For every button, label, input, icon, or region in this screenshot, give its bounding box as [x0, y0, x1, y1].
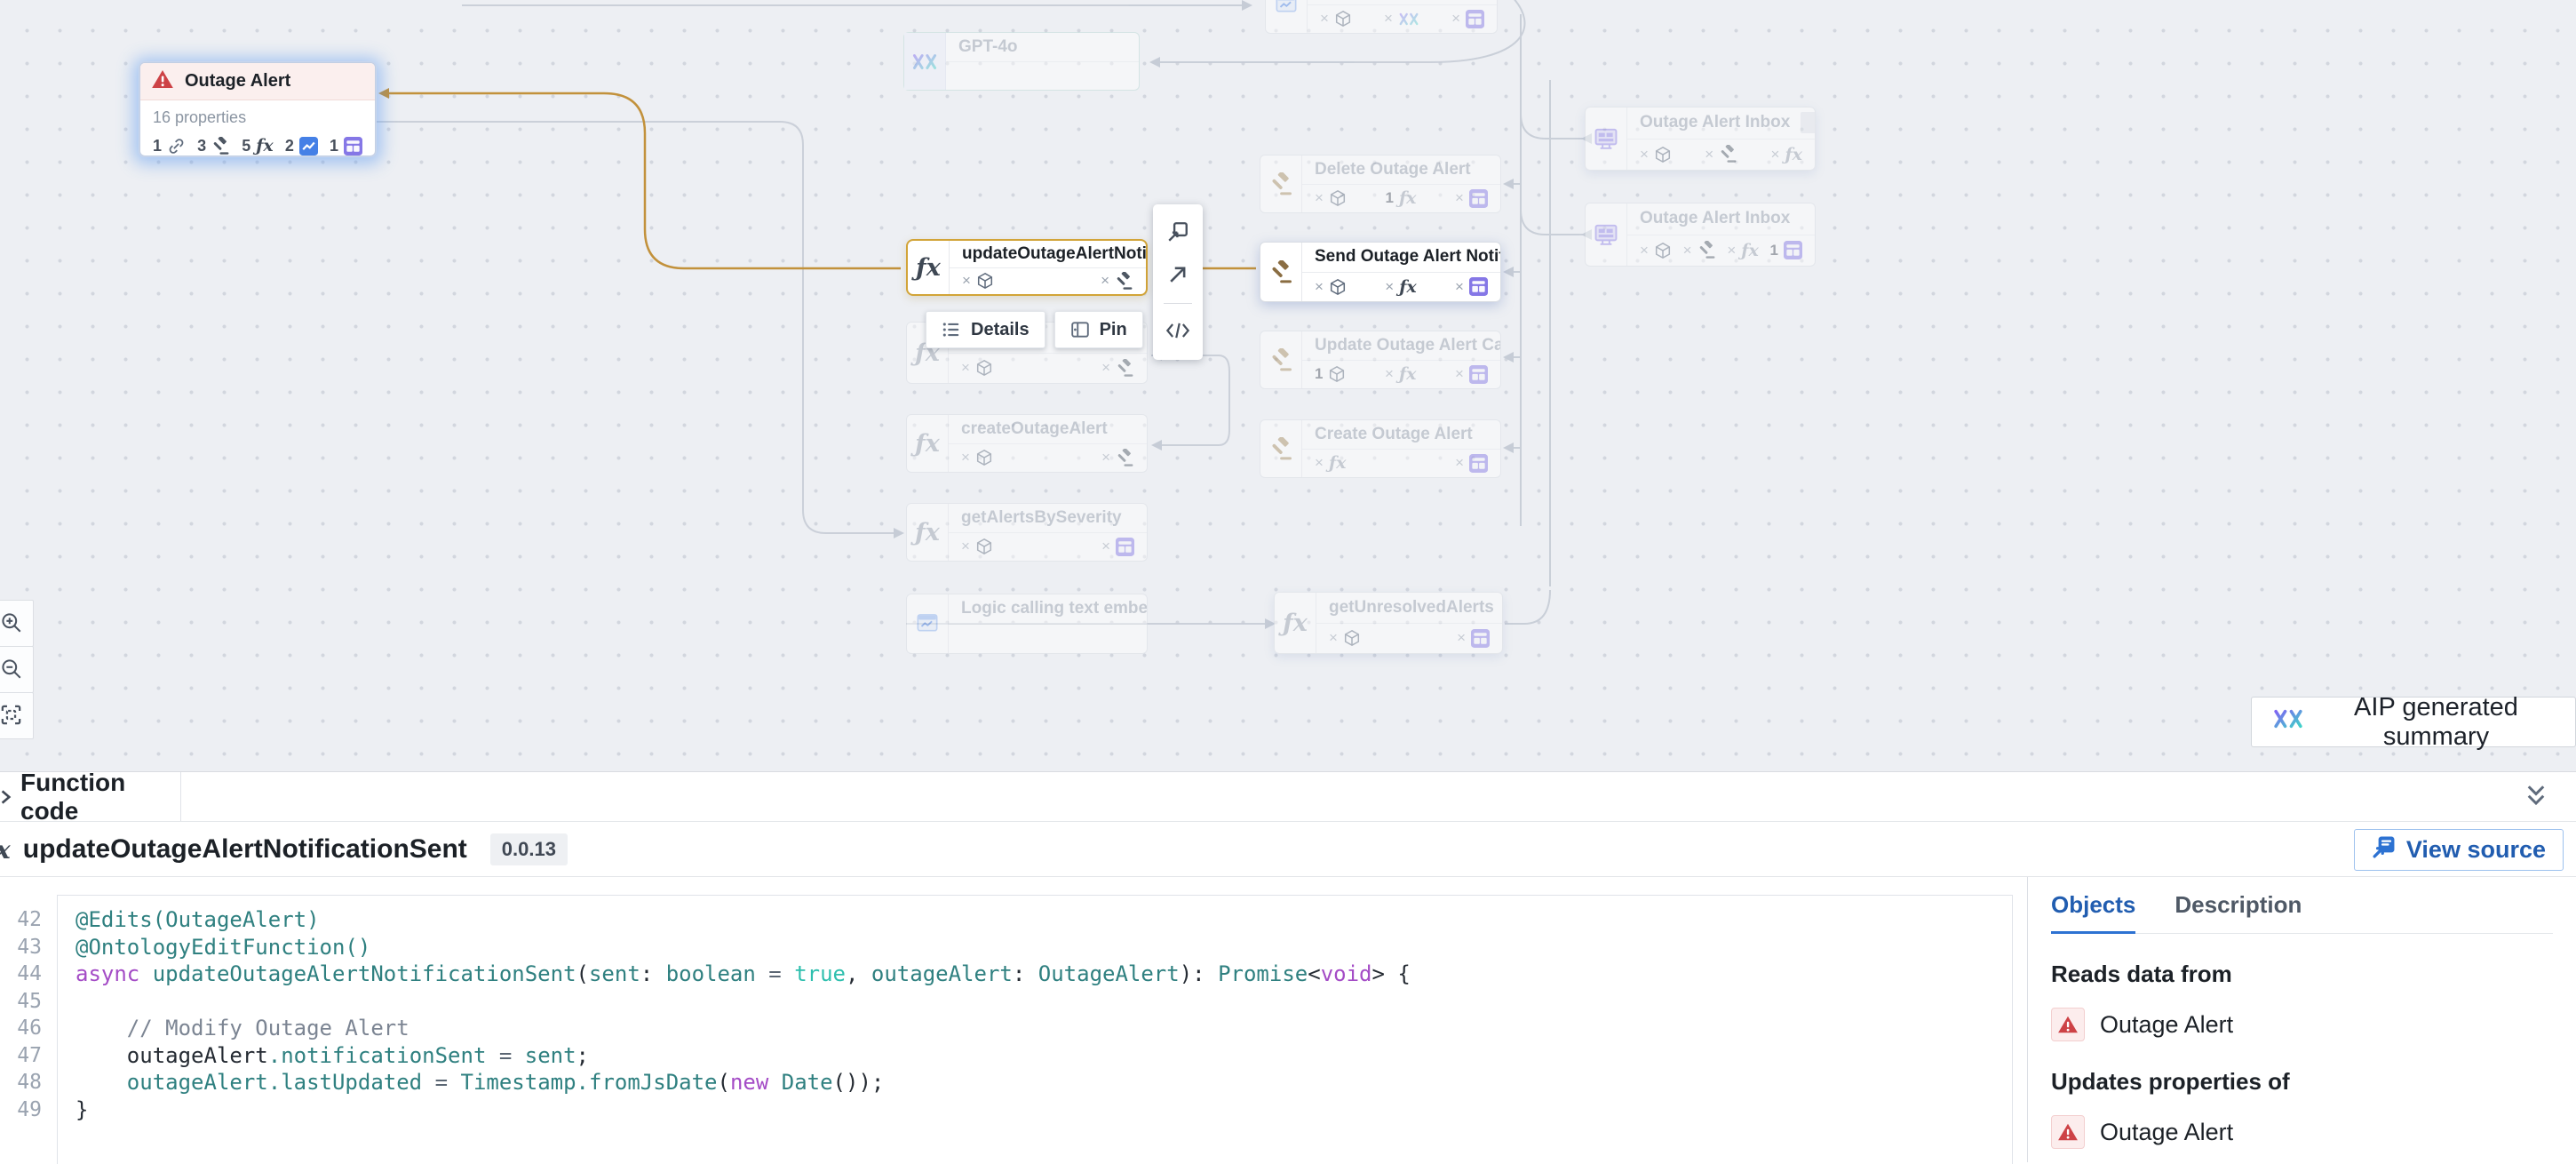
zoom-in-icon [0, 611, 22, 636]
code-line: // Modify Outage Alert [76, 1015, 2012, 1042]
open-external-icon [1166, 263, 1189, 289]
function-header: ƒx updateOutageAlertNotificationSent 0.0… [0, 823, 2576, 877]
tab-description[interactable]: Description [2174, 891, 2302, 933]
pin-button[interactable]: Pin [1054, 311, 1143, 348]
function-code-tab-label: Function code [20, 769, 180, 825]
zoom-to-fit-icon [0, 704, 22, 729]
zoom-in-button[interactable] [0, 600, 34, 647]
code-editor[interactable]: 4243444546474849 @Edits(OutageAlert)@Ont… [0, 877, 2027, 1162]
zoom-out-button[interactable] [0, 646, 34, 693]
objects-panel-tabs: Objects Description [2051, 877, 2553, 934]
warning-icon [2051, 1008, 2085, 1041]
function-code-tab[interactable]: Function code [0, 772, 181, 821]
function-code-bar: Function code [0, 771, 2576, 822]
code-content[interactable]: @Edits(OutageAlert)@OntologyEditFunction… [57, 895, 2013, 1164]
view-source-button[interactable]: View source [2354, 829, 2564, 871]
line-number: 42 [0, 906, 57, 934]
graph-canvas[interactable]: Outage Alert16 properties135ƒx21GPT-4o××… [0, 0, 2576, 771]
pin-button-label: Pin [1100, 320, 1127, 340]
toolbar-divider [1164, 303, 1192, 304]
section-heading: Updates properties of [2051, 1068, 2553, 1096]
function-icon: ƒx [0, 835, 11, 865]
tab-objects[interactable]: Objects [2051, 891, 2135, 934]
objects-panel: Objects Description Reads data from Outag… [2027, 877, 2576, 1162]
object-link-label: Outage Alert [2100, 1119, 2233, 1146]
pin-panel-icon [1070, 320, 1090, 339]
objects-section: Updates properties of Outage Alert [2051, 1068, 2553, 1149]
details-button[interactable]: Details [926, 311, 1046, 348]
open-in-panel-button[interactable] [1153, 211, 1203, 254]
view-source-label: View source [2406, 836, 2546, 864]
function-detail-panel: 4243444546474849 @Edits(OutageAlert)@Ont… [0, 877, 2576, 1162]
line-number: 46 [0, 1015, 57, 1042]
code-line: outageAlert.notificationSent = sent; [76, 1042, 2012, 1070]
zoom-to-fit-button[interactable] [0, 692, 34, 739]
view-code-button[interactable] [1153, 310, 1203, 353]
code-line: @Edits(OutageAlert) [76, 906, 2012, 934]
object-link-label: Outage Alert [2100, 1011, 2233, 1039]
list-icon [942, 320, 961, 339]
line-number: 43 [0, 934, 57, 961]
chevron-right-icon [0, 787, 12, 807]
line-number-gutter: 4243444546474849 [0, 906, 57, 1123]
collapse-panel-button[interactable] [2517, 781, 2555, 812]
object-link-outage-alert[interactable]: Outage Alert [2051, 1008, 2553, 1041]
function-name: updateOutageAlertNotificationSent [23, 834, 467, 865]
code-line: async updateOutageAlertNotificationSent(… [76, 961, 2012, 988]
code-line: @OntologyEditFunction() [76, 934, 2012, 961]
node-action-buttons: Details Pin [926, 311, 1143, 348]
node-hover-toolbar [1153, 204, 1203, 360]
objects-section: Reads data from Outage Alert [2051, 961, 2553, 1041]
aip-summary-label: AIP generated summary [2318, 693, 2555, 752]
line-number: 48 [0, 1069, 57, 1096]
zoom-out-icon [0, 658, 22, 682]
line-number: 44 [0, 961, 57, 988]
code-line: } [76, 1096, 2012, 1124]
code-line: outageAlert.lastUpdated = Timestamp.from… [76, 1069, 2012, 1096]
details-button-label: Details [971, 320, 1030, 340]
line-number: 47 [0, 1042, 57, 1070]
line-number: 45 [0, 988, 57, 1016]
double-chevron-down-icon [2523, 782, 2549, 811]
aip-generated-summary-button[interactable]: AIP generated summary [2251, 697, 2576, 747]
aip-logo-icon [2272, 707, 2304, 737]
line-number: 49 [0, 1096, 57, 1124]
open-in-panel-icon [1166, 220, 1189, 246]
version-badge: 0.0.13 [490, 833, 568, 865]
view-source-icon [2372, 834, 2397, 865]
code-icon [1165, 320, 1190, 344]
code-line [76, 988, 2012, 1016]
warning-icon [2051, 1115, 2085, 1149]
open-external-button[interactable] [1153, 254, 1203, 297]
section-heading: Reads data from [2051, 961, 2553, 988]
zoom-controls [0, 600, 34, 739]
object-link-outage-alert[interactable]: Outage Alert [2051, 1115, 2553, 1149]
